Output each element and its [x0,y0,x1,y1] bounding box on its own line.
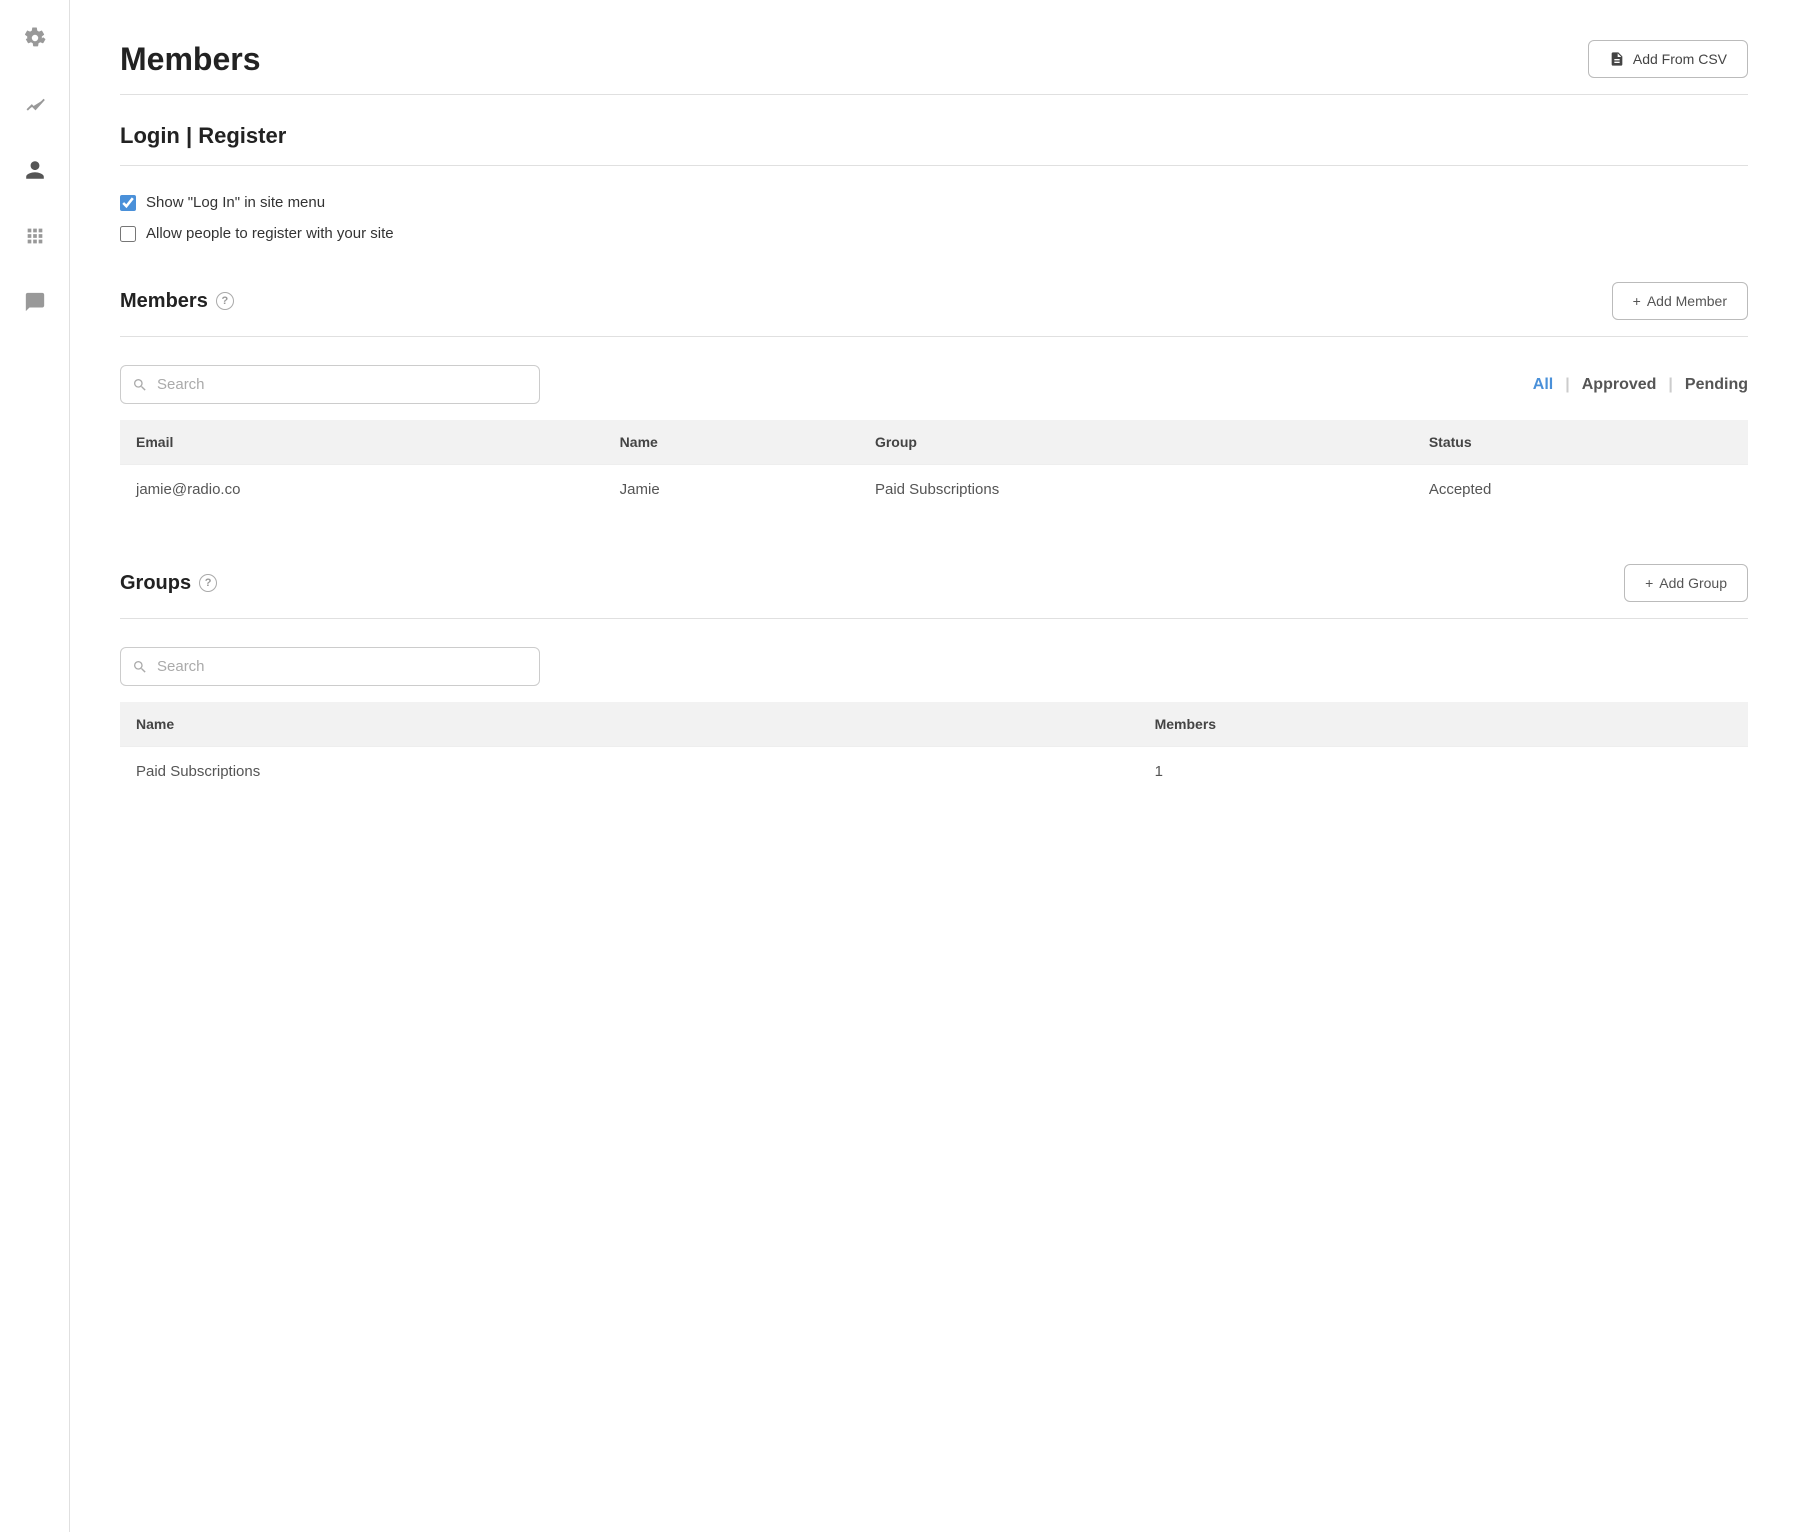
groups-help-icon[interactable]: ? [199,574,217,592]
members-table-head: Email Name Group Status [120,420,1748,465]
add-group-button[interactable]: + Add Group [1624,564,1748,602]
sidebar-item-messages[interactable] [17,284,53,320]
groups-search-input-wrap [120,647,540,686]
groups-section: Groups ? + Add Group Name Members [120,564,1748,796]
search-icon [132,377,148,393]
member-name: Jamie [604,465,859,515]
members-search-wrap [120,365,540,404]
col-status: Status [1413,420,1748,465]
list-item: Paid Subscriptions 1 [120,747,1748,797]
members-section: Members ? + Add Member All | Approved | [120,282,1748,514]
members-search-bar-wrap: All | Approved | Pending [120,365,1748,404]
sidebar [0,0,70,1532]
sidebar-item-analytics[interactable] [17,86,53,122]
members-filter-tabs: All | Approved | Pending [1533,376,1748,394]
col-group-name: Name [120,702,1139,747]
add-from-csv-button[interactable]: Add From CSV [1588,40,1748,78]
sidebar-item-settings[interactable] [17,20,53,56]
add-member-button[interactable]: + Add Member [1612,282,1748,320]
group-name: Paid Subscriptions [120,747,1139,797]
table-row: jamie@radio.co Jamie Paid Subscriptions … [120,465,1748,515]
groups-table-head: Name Members [120,702,1748,747]
filter-all-tab[interactable]: All [1533,376,1553,394]
col-name: Name [604,420,859,465]
groups-table: Name Members Paid Subscriptions 1 [120,702,1748,796]
plus-icon-group: + [1645,575,1653,591]
members-table-header-row: Email Name Group Status [120,420,1748,465]
groups-table-header-row: Name Members [120,702,1748,747]
allow-register-label[interactable]: Allow people to register with your site [146,225,394,242]
allow-register-checkbox[interactable] [120,226,136,242]
members-help-icon[interactable]: ? [216,292,234,310]
members-search-input[interactable] [120,365,540,404]
members-divider [120,336,1748,337]
show-login-checkbox[interactable] [120,195,136,211]
groups-search-icon [132,659,148,675]
member-email: jamie@radio.co [120,465,604,515]
filter-approved-tab[interactable]: Approved [1582,376,1657,394]
members-section-title: Members ? [120,290,234,313]
login-register-section: Login | Register Show "Log In" in site m… [120,123,1748,242]
allow-register-row: Allow people to register with your site [120,225,1748,242]
members-table-body: jamie@radio.co Jamie Paid Subscriptions … [120,465,1748,515]
groups-search-wrap [120,647,1748,686]
show-login-row: Show "Log In" in site menu [120,194,1748,211]
group-members: 1 [1139,747,1748,797]
page-header: Members Add From CSV [120,40,1748,78]
header-divider [120,94,1748,95]
members-table: Email Name Group Status jamie@radio.co J… [120,420,1748,514]
col-group: Group [859,420,1413,465]
col-email: Email [120,420,604,465]
member-status: Accepted [1413,465,1748,515]
show-login-label[interactable]: Show "Log In" in site menu [146,194,325,211]
col-group-members: Members [1139,702,1748,747]
groups-section-title: Groups ? [120,572,217,595]
member-group: Paid Subscriptions [859,465,1413,515]
filter-sep-1: | [1565,376,1569,394]
sidebar-item-apps[interactable] [17,218,53,254]
groups-divider [120,618,1748,619]
filter-pending-tab[interactable]: Pending [1685,376,1748,394]
add-csv-label: Add From CSV [1633,51,1727,67]
login-register-title: Login | Register [120,123,1748,149]
page-title: Members [120,41,261,78]
csv-icon [1609,51,1625,67]
sidebar-item-members[interactable] [17,152,53,188]
login-register-divider [120,165,1748,166]
groups-search-input[interactable] [120,647,540,686]
plus-icon: + [1633,293,1641,309]
filter-sep-2: | [1668,376,1672,394]
members-section-header: Members ? + Add Member [120,282,1748,320]
groups-section-header: Groups ? + Add Group [120,564,1748,602]
main-content: Members Add From CSV Login | Register Sh… [70,0,1798,1532]
groups-table-body: Paid Subscriptions 1 [120,747,1748,797]
